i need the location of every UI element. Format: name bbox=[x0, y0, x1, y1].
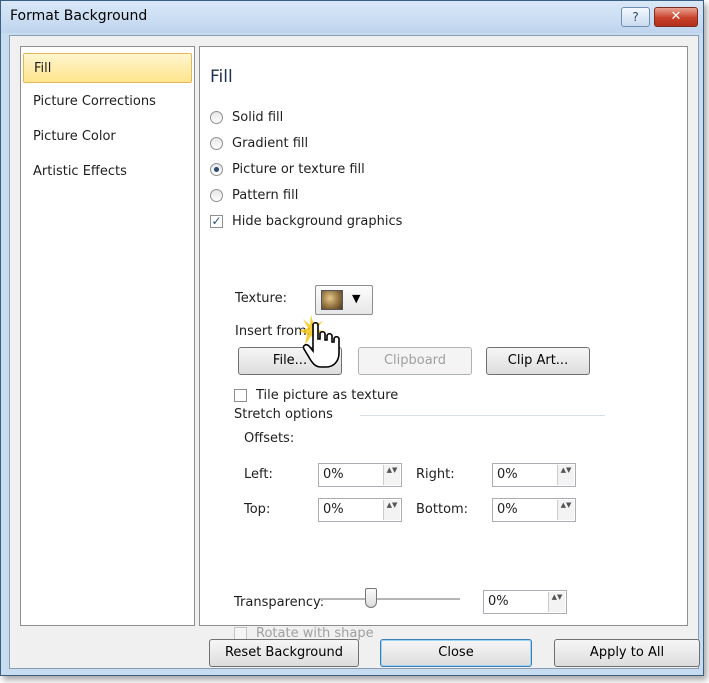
radio-label: Solid fill bbox=[232, 109, 284, 125]
spin-value: 0% bbox=[497, 502, 518, 517]
radio-circle bbox=[210, 136, 223, 150]
checkbox-disabled bbox=[234, 626, 247, 640]
spin-value: 0% bbox=[488, 594, 509, 609]
panel-title: Fill bbox=[210, 67, 233, 87]
section-separator bbox=[360, 415, 605, 416]
radio-label: Gradient fill bbox=[232, 135, 309, 151]
spin-value: 0% bbox=[497, 467, 518, 482]
sidebar-item-picture-corrections[interactable]: Picture Corrections bbox=[23, 87, 192, 117]
spinner-arrows-icon[interactable]: ▲▼ bbox=[548, 592, 565, 612]
texture-dropdown[interactable]: ▼ bbox=[315, 285, 373, 315]
pattern-fill-radio[interactable]: Pattern fill bbox=[210, 185, 298, 205]
radio-label: Picture or texture fill bbox=[232, 161, 365, 177]
help-button[interactable]: ? bbox=[621, 7, 650, 27]
texture-label: Texture: bbox=[235, 291, 287, 306]
texture-swatch bbox=[321, 290, 343, 310]
spinner-arrows-icon[interactable]: ▲▼ bbox=[557, 465, 574, 485]
radio-circle-selected bbox=[210, 162, 223, 176]
top-offset-label: Top: bbox=[244, 502, 271, 517]
close-window-button[interactable]: ✕ bbox=[654, 7, 698, 27]
stretch-options-label: Stretch options bbox=[234, 407, 333, 422]
category-list: Fill Picture Corrections Picture Color A… bbox=[20, 46, 195, 626]
clip-art-button[interactable]: Clip Art... bbox=[486, 347, 590, 375]
clipboard-button[interactable]: Clipboard bbox=[358, 347, 472, 375]
close-button[interactable]: Close bbox=[380, 639, 532, 667]
spinner-arrows-icon[interactable]: ▲▼ bbox=[557, 500, 574, 520]
bottom-offset-input[interactable]: 0% ▲▼ bbox=[492, 498, 576, 522]
sidebar-item-picture-color[interactable]: Picture Color bbox=[23, 122, 192, 152]
dialog-title: Format Background bbox=[10, 8, 148, 24]
picture-texture-fill-radio[interactable]: Picture or texture fill bbox=[210, 159, 365, 179]
top-offset-input[interactable]: 0% ▲▼ bbox=[318, 498, 402, 522]
tile-picture-checkbox[interactable]: Tile picture as texture bbox=[234, 385, 398, 405]
checkbox-checked: ✓ bbox=[210, 213, 223, 228]
apply-to-all-button[interactable]: Apply to All bbox=[554, 639, 700, 667]
fill-panel: Fill Solid fill Gradient fill Picture or… bbox=[199, 46, 688, 641]
format-background-dialog: Format Background ? ✕ Fill Picture Corre… bbox=[0, 0, 704, 676]
left-offset-label: Left: bbox=[244, 467, 273, 482]
transparency-slider-track[interactable] bbox=[320, 598, 460, 600]
title-bar[interactable]: Format Background ? ✕ bbox=[1, 1, 703, 33]
radio-circle bbox=[210, 188, 223, 202]
transparency-label: Transparency: bbox=[234, 595, 325, 610]
gradient-fill-radio[interactable]: Gradient fill bbox=[210, 133, 308, 153]
solid-fill-radio[interactable]: Solid fill bbox=[210, 107, 283, 127]
spin-value: 0% bbox=[323, 502, 344, 517]
spin-value: 0% bbox=[323, 467, 344, 482]
chevron-down-icon: ▼ bbox=[352, 292, 361, 305]
spinner-arrows-icon[interactable]: ▲▼ bbox=[383, 465, 400, 485]
checkbox-unchecked bbox=[234, 388, 247, 402]
file-button[interactable]: File... bbox=[238, 347, 342, 375]
bottom-offset-label: Bottom: bbox=[416, 502, 469, 517]
hide-background-graphics-checkbox[interactable]: ✓ Hide background graphics bbox=[210, 211, 402, 231]
dialog-content: Fill Picture Corrections Picture Color A… bbox=[9, 35, 700, 669]
reset-background-button[interactable]: Reset Background bbox=[209, 639, 359, 667]
radio-label: Pattern fill bbox=[232, 187, 299, 203]
spinner-arrows-icon[interactable]: ▲▼ bbox=[383, 500, 400, 520]
checkbox-label: Hide background graphics bbox=[232, 213, 403, 229]
right-offset-input[interactable]: 0% ▲▼ bbox=[492, 463, 576, 487]
left-offset-input[interactable]: 0% ▲▼ bbox=[318, 463, 402, 487]
right-offset-label: Right: bbox=[416, 467, 455, 482]
sidebar-item-artistic-effects[interactable]: Artistic Effects bbox=[23, 157, 192, 187]
sidebar-item-fill[interactable]: Fill bbox=[23, 53, 192, 83]
transparency-slider-thumb[interactable] bbox=[365, 588, 377, 608]
transparency-input[interactable]: 0% ▲▼ bbox=[483, 590, 567, 614]
radio-circle bbox=[210, 110, 223, 124]
insert-from-label: Insert from: bbox=[235, 324, 312, 339]
checkbox-label: Tile picture as texture bbox=[256, 387, 399, 403]
offsets-label: Offsets: bbox=[244, 431, 295, 446]
